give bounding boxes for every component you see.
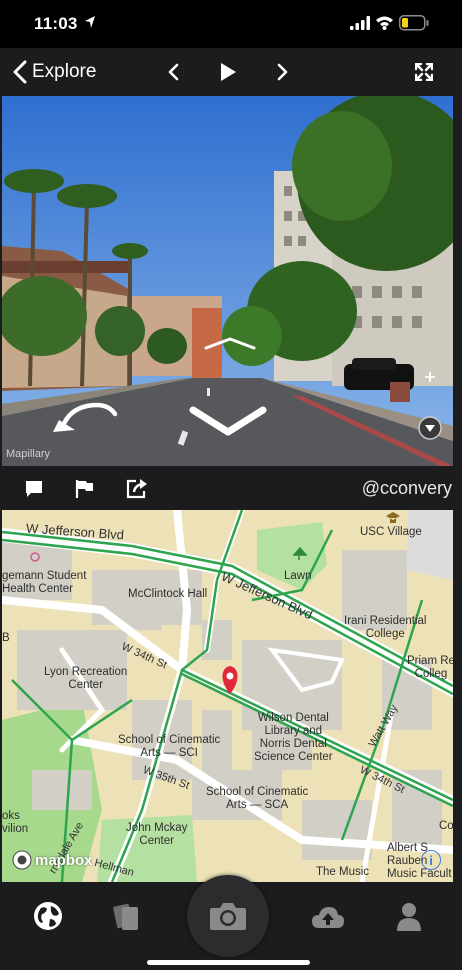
nav-bar: Explore — [0, 48, 462, 96]
plus-icon[interactable] — [424, 371, 436, 383]
map-label-mcclintock: McClintock Hall — [128, 588, 208, 600]
location-arrow-icon — [85, 16, 95, 28]
mapbox-logo[interactable]: mapbox — [12, 850, 93, 870]
map-label-b: B — [2, 632, 10, 644]
camera-icon — [210, 903, 246, 930]
chevron-left-icon — [13, 60, 27, 84]
camera-button[interactable] — [187, 875, 269, 957]
map-label-irani: Irani Residential College — [344, 615, 427, 640]
flag-icon[interactable] — [75, 479, 95, 499]
comment-icon[interactable] — [25, 480, 43, 498]
map-label-priam: Priam Re Colleg — [407, 655, 453, 680]
next-button[interactable] — [270, 60, 294, 84]
status-time: 11:03 — [34, 14, 78, 33]
forward-chevron-icon[interactable] — [202, 336, 258, 352]
rotate-back-arrow-icon[interactable] — [47, 396, 127, 442]
globe-icon[interactable] — [32, 900, 64, 932]
photo-attribution: Mapillary — [6, 448, 51, 460]
map-label-lyon: Lyon Recreation Center — [44, 666, 128, 691]
username-label[interactable]: @cconvery — [362, 478, 452, 499]
map-label-music: The Music — [316, 866, 370, 878]
profile-icon[interactable] — [396, 902, 422, 932]
map-label-usc-village: USC Village — [360, 526, 422, 538]
action-bar: @cconvery — [0, 466, 462, 510]
street-photo[interactable]: Mapillary — [2, 96, 453, 466]
mapbox-icon — [12, 850, 32, 870]
map-label-mckay: John Mckay Center — [126, 822, 188, 847]
chevron-right-icon — [277, 63, 288, 81]
back-chevron-icon[interactable] — [187, 404, 269, 438]
map-label-lawn: Lawn — [284, 570, 312, 582]
map-canvas — [2, 510, 453, 882]
home-indicator — [147, 960, 310, 965]
signal-icon — [350, 16, 370, 30]
share-icon[interactable] — [126, 477, 148, 499]
tab-bar — [0, 875, 462, 970]
mapbox-label: mapbox — [35, 851, 93, 869]
play-icon — [221, 63, 236, 81]
battery-low-icon — [399, 15, 429, 31]
map-label-pavilion: oks vilion — [2, 810, 29, 835]
back-button[interactable]: Explore — [12, 58, 96, 86]
map-label-cinematic-sci: School of Cinematic Arts — SCI — [118, 734, 221, 759]
map-label-student-health: gemann Student Health Center — [2, 570, 87, 595]
compass-icon[interactable] — [418, 416, 442, 440]
map-label-rauben: Albert S Rauben Music Facult — [387, 842, 452, 880]
map-info-button[interactable]: i — [421, 850, 441, 870]
map-label-co: Co — [439, 820, 453, 832]
chevron-left-icon — [168, 63, 179, 81]
map-label-wilson: Wilson Dental Library and Norris Dental … — [254, 712, 333, 763]
cards-icon[interactable] — [113, 902, 141, 932]
map-view[interactable]: USC Village Lawn McClintock Hall Irani R… — [2, 510, 453, 882]
status-bar: 11:03 — [0, 0, 462, 48]
previous-button[interactable] — [162, 60, 186, 84]
wifi-icon — [376, 16, 393, 30]
map-label-cinematic-sca: School of Cinematic Arts — SCA — [206, 786, 309, 811]
expand-icon — [415, 63, 433, 81]
back-label: Explore — [32, 61, 97, 82]
play-button[interactable] — [216, 60, 240, 84]
cloud-upload-icon[interactable] — [310, 904, 346, 930]
expand-button[interactable] — [412, 60, 436, 84]
